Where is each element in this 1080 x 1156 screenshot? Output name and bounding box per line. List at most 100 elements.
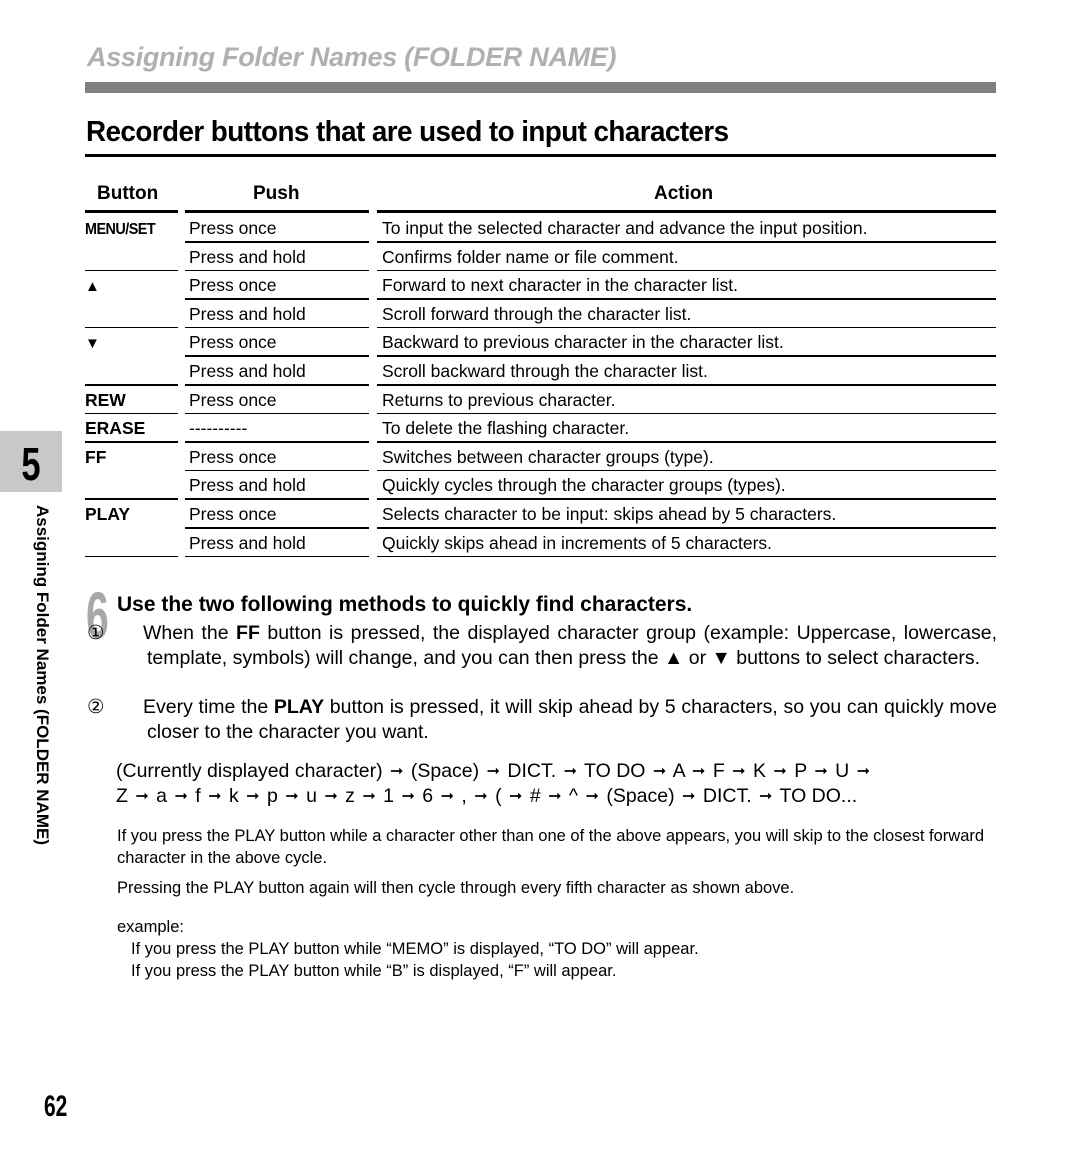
push-cell: Press and hold: [189, 246, 306, 267]
push-cell: Press and hold: [189, 303, 306, 324]
button-name-cell: MENU/SET: [85, 221, 156, 238]
action-cell: Switches between character groups (type)…: [382, 446, 714, 467]
cycle-character: DICT.: [507, 760, 557, 782]
right-arrow-icon: ➞: [759, 788, 773, 805]
cycle-character: #: [529, 785, 541, 807]
cycle-character: P: [794, 760, 807, 782]
cycle-character: ,: [461, 785, 467, 807]
action-cell: Quickly skips ahead in increments of 5 c…: [382, 532, 773, 553]
cycle-character: 1: [383, 785, 395, 807]
action-cell: Scroll forward through the character lis…: [382, 303, 692, 324]
right-arrow-icon: ➞: [814, 763, 828, 780]
cycle-character: (Currently displayed character): [116, 760, 383, 782]
table-row: MENU/SET Press once To input the selected …: [85, 214, 996, 243]
button-name-cell: PLAY: [85, 504, 131, 524]
cycle-character: f: [195, 785, 201, 807]
heading-underline: [85, 154, 996, 157]
push-cell: Press once: [189, 275, 277, 296]
action-cell: To delete the flashing character.: [382, 418, 630, 439]
right-arrow-icon: ➞: [585, 788, 599, 805]
cycle-character: DICT.: [702, 785, 752, 807]
cycle-character: k: [228, 785, 239, 807]
right-arrow-icon: ➞: [401, 788, 415, 805]
chapter-number: 5: [21, 438, 41, 490]
cycle-character: (Space): [410, 760, 480, 782]
cycle-character: U: [835, 760, 850, 782]
right-arrow-icon: ➞: [174, 788, 188, 805]
table-row: ▲ Press once Forward to next character in …: [85, 271, 996, 300]
table-row: Press and hold Confirms folder name or fi…: [85, 243, 996, 272]
push-cell: Press once: [189, 218, 277, 238]
right-arrow-icon: ➞: [208, 788, 222, 805]
right-arrow-icon: ➞: [508, 788, 523, 805]
button-name-cell: [85, 300, 178, 329]
table-row: ERASE ---------- To delete the flashing ch…: [85, 414, 996, 443]
row-rule: [185, 555, 369, 558]
right-arrow-icon: ➞: [563, 763, 577, 780]
cycle-character: A: [672, 760, 685, 782]
push-cell: Press once: [189, 332, 277, 353]
push-cell: Press and hold: [189, 361, 306, 381]
example-line-2: If you press the PLAY button while “B” i…: [131, 962, 617, 980]
example-block: example: If you press the PLAY button wh…: [117, 916, 997, 982]
right-arrow-icon: ➞: [486, 763, 500, 780]
table-row: ▼ Press once Backward to previous characte…: [85, 328, 996, 357]
step-title: Use the two following methods to quickly…: [117, 593, 693, 616]
item-marker: ②: [87, 696, 105, 718]
right-arrow-icon: ➞: [135, 788, 149, 805]
cycle-character: 6: [422, 785, 434, 807]
section-divider-bar: [85, 82, 996, 93]
right-arrow-icon: ➞: [440, 788, 454, 805]
action-cell: Quickly cycles through the character gro…: [382, 475, 786, 496]
button-name-cell: [85, 529, 178, 558]
right-arrow-icon: ➞: [548, 788, 562, 805]
push-cell: Press and hold: [189, 475, 306, 496]
button-name-cell: [85, 471, 178, 500]
right-arrow-icon: ➞: [390, 763, 404, 780]
cycle-character: a: [156, 785, 168, 807]
right-arrow-icon: ➞: [691, 763, 706, 780]
cycle-character: (: [495, 785, 502, 807]
right-arrow-icon: ➞: [732, 763, 746, 780]
button-name-cell: ERASE: [85, 418, 146, 439]
header-push: Push: [253, 183, 300, 204]
action-cell: Returns to previous character.: [382, 389, 616, 410]
cycle-character: Z: [116, 785, 128, 807]
row-rule: [377, 555, 996, 558]
note-cycle-fifth: Pressing the PLAY button again will then…: [117, 879, 795, 897]
action-cell: Selects character to be input: skips ahe…: [382, 504, 837, 524]
header-button: Button: [97, 183, 159, 204]
push-cell: Press once: [189, 504, 277, 524]
up-triangle-icon: ▲: [85, 278, 100, 296]
cycle-character: p: [266, 785, 278, 807]
cycle-character: K: [752, 760, 766, 782]
push-cell: Press once: [189, 389, 277, 410]
chapter-side-label: Assigning Folder Names (FOLDER NAME): [33, 505, 52, 846]
action-cell: Backward to previous character in the ch…: [382, 332, 784, 353]
action-cell: Confirms folder name or file comment.: [382, 246, 679, 267]
action-cell: Scroll backward through the character li…: [382, 361, 708, 381]
button-name-cell: [85, 243, 178, 272]
button-name-cell: REW: [85, 389, 126, 410]
step-item-1: ① When the FF button is pressed, the disp…: [87, 622, 997, 669]
cycle-character: TO DO...: [779, 785, 858, 807]
example-line-1: If you press the PLAY button while “MEMO…: [131, 940, 699, 958]
cycle-character: u: [306, 785, 317, 807]
table-row: REW Press once Returns to previous charact…: [85, 386, 996, 415]
header-action: Action: [654, 183, 714, 204]
right-arrow-icon: ➞: [285, 788, 299, 805]
page-heading: Recorder buttons that are used to input …: [86, 116, 729, 148]
right-arrow-icon: ➞: [246, 788, 260, 805]
right-arrow-icon: ➞: [773, 763, 787, 780]
table-row: Press and hold Quickly skips ahead in inc…: [85, 529, 996, 558]
action-cell: Forward to next character in the charact…: [382, 275, 738, 296]
cycle-character: z: [345, 785, 355, 807]
section-title: Assigning Folder Names (FOLDER NAME): [87, 42, 617, 72]
cycle-character: (Space): [606, 785, 675, 807]
right-arrow-icon: ➞: [682, 788, 696, 805]
right-arrow-icon: ➞: [856, 763, 871, 780]
right-arrow-icon: ➞: [474, 788, 488, 805]
header-rule: [85, 210, 178, 213]
example-label: example:: [117, 918, 184, 936]
cycle-character: ^: [568, 785, 579, 807]
